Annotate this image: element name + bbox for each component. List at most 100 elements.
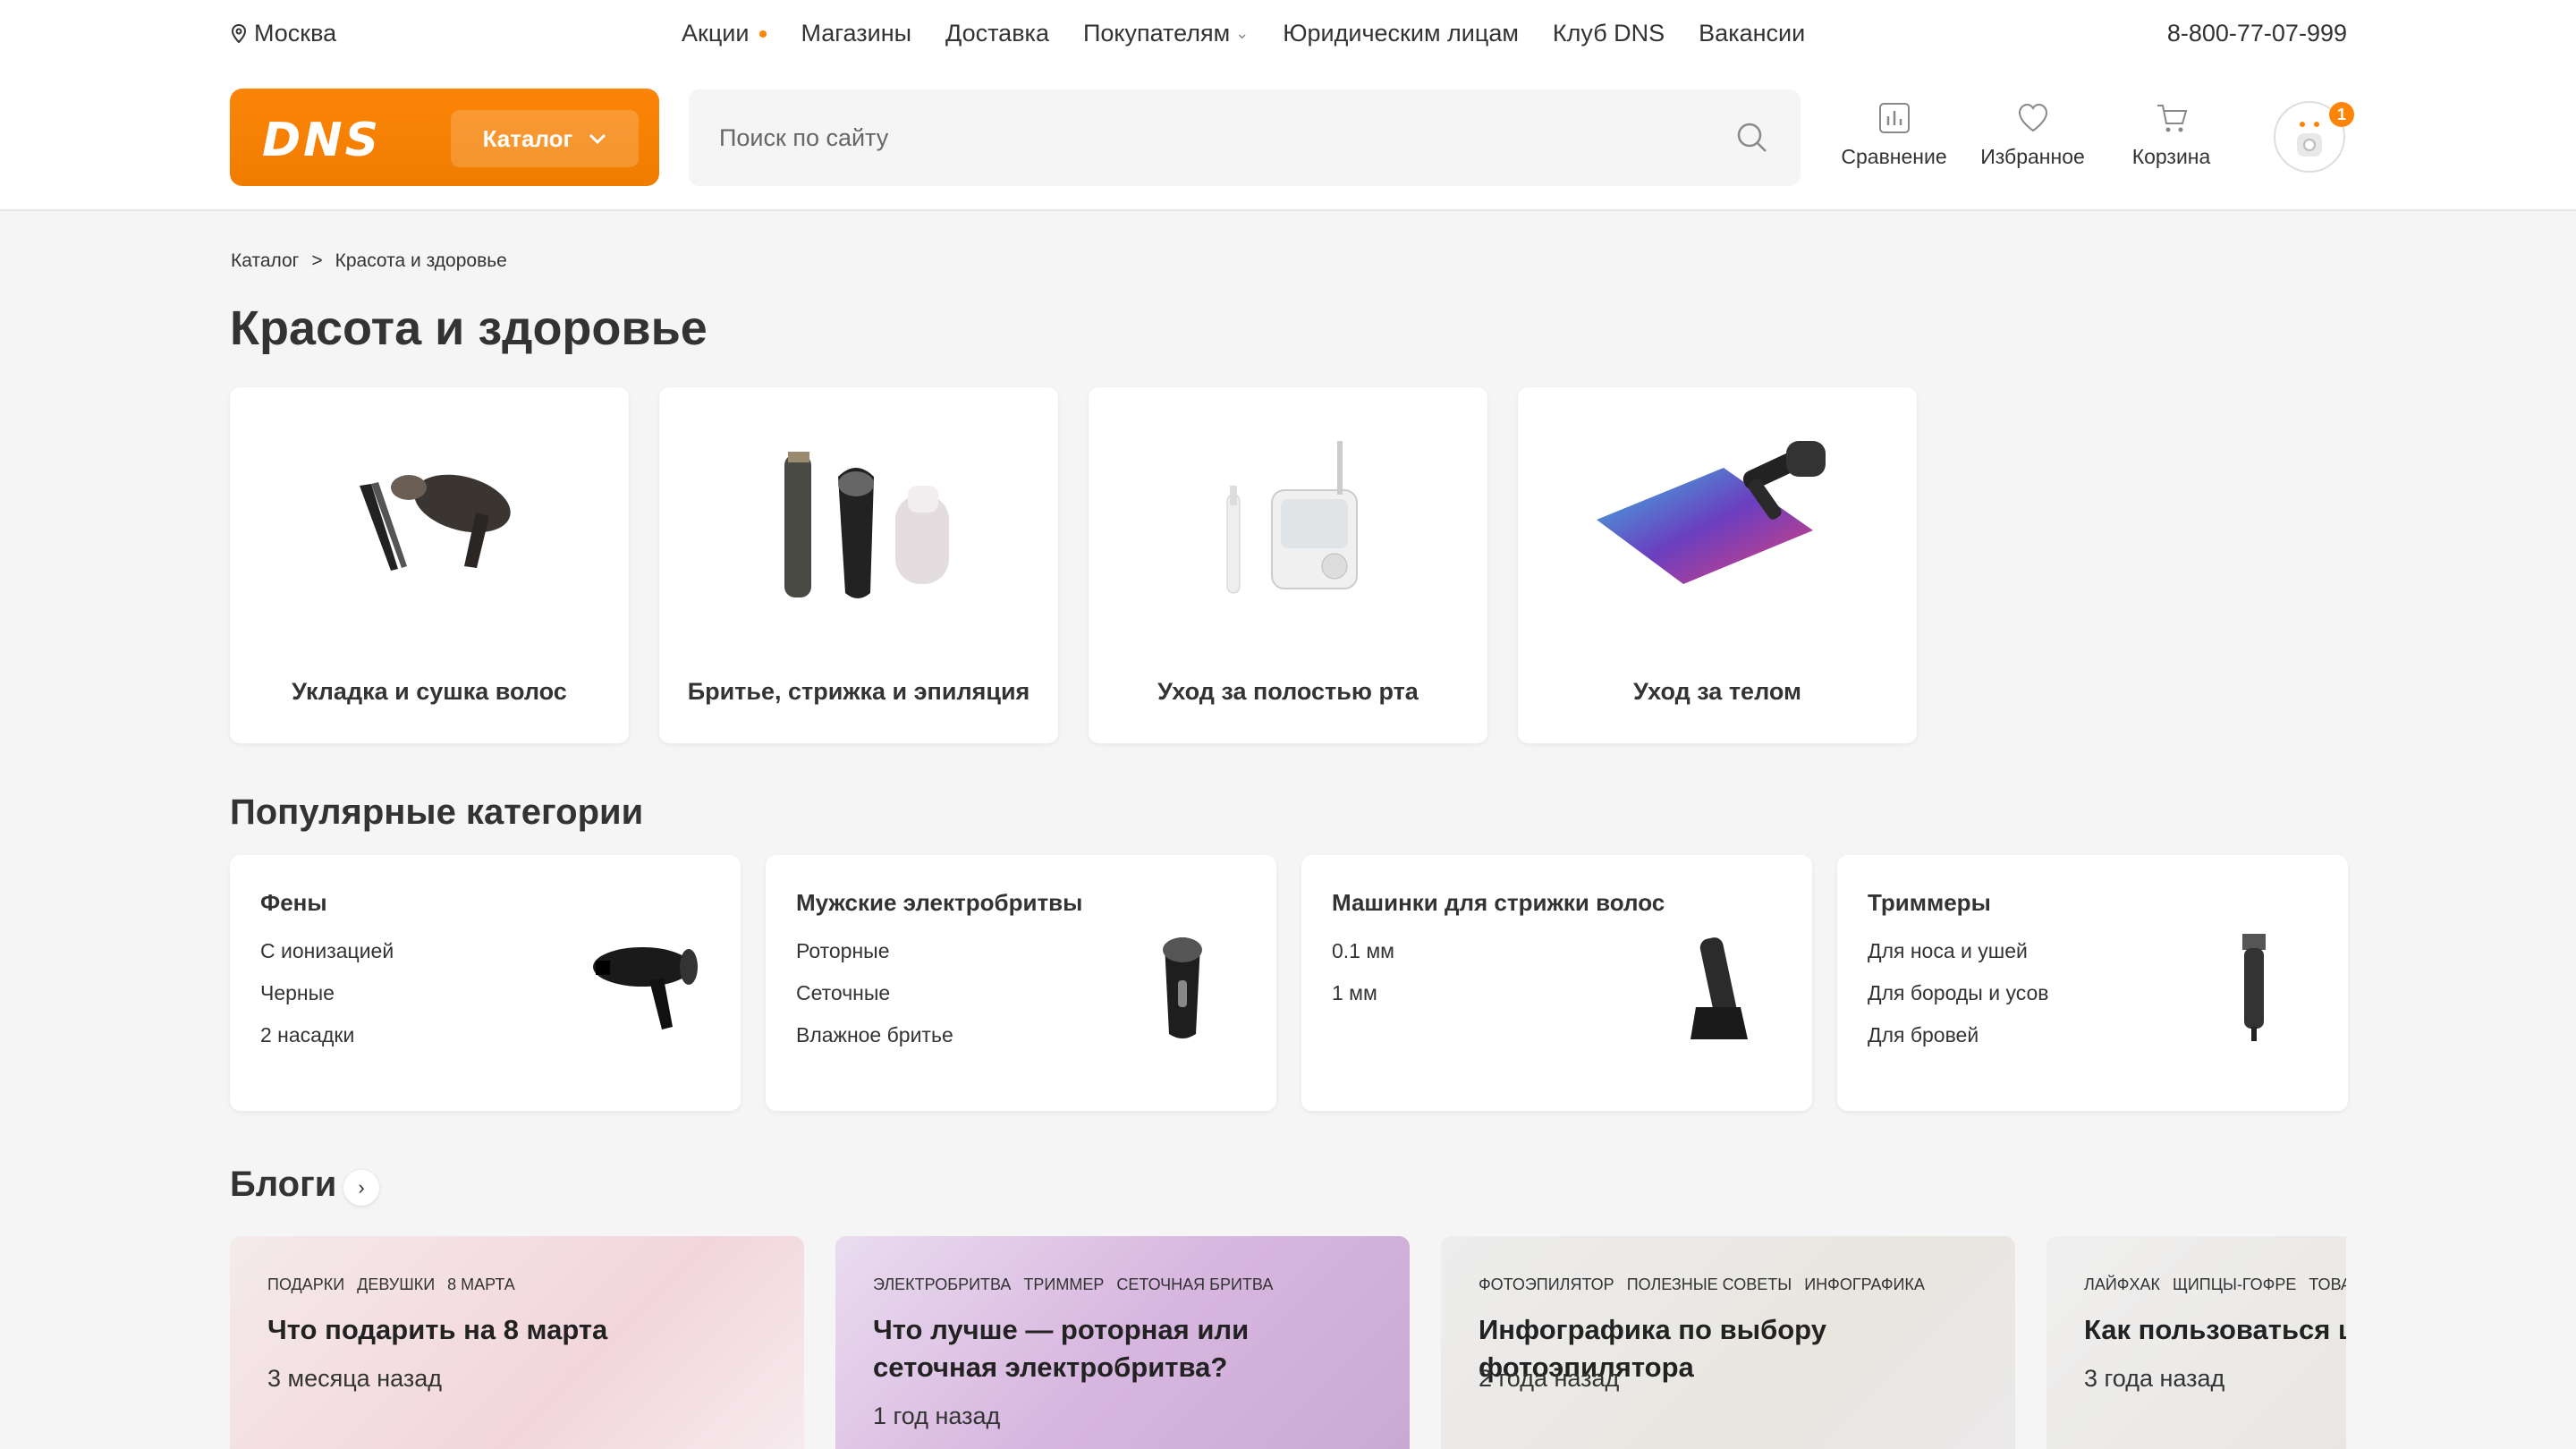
nav-link-label: Вакансии xyxy=(1699,20,1806,47)
popular-categories: Фены С ионизацией Черные 2 насадки Мужск… xyxy=(230,855,2348,1111)
blogs-title: Блоги xyxy=(230,1165,337,1204)
blog-tag[interactable]: ЛАЙФХАК xyxy=(2084,1275,2160,1294)
nav-link-stores[interactable]: Магазины xyxy=(801,20,911,47)
popular-link[interactable]: 0.1 мм xyxy=(1332,939,1394,963)
popular-link[interactable]: Сеточные xyxy=(796,981,953,1005)
hair-dryer-straightener-icon xyxy=(360,474,511,571)
category-label: Бритье, стрижка и эпиляция xyxy=(687,677,1030,705)
heart-icon xyxy=(2018,103,2047,132)
header-tools: Сравнение Избранное Корзина xyxy=(1841,100,2223,169)
nav-link-vacancies[interactable]: Вакансии xyxy=(1699,20,1805,47)
phone-number[interactable]: 8-800-77-07-999 xyxy=(2167,20,2347,47)
blog-card[interactable]: ПОДАРКИ ДЕВУШКИ 8 МАРТА Что подарить на … xyxy=(230,1236,804,1449)
blog-title: Как пользоваться щипцами-гофре xyxy=(2084,1314,2346,1345)
nav-link-legal-entities[interactable]: Юридическим лицам xyxy=(1283,20,1519,47)
blog-date: 2 года назад xyxy=(1479,1365,1620,1392)
compare-label: Сравнение xyxy=(1841,145,1947,168)
trimmer-icon xyxy=(2242,934,2266,1041)
subcategory-cards: Укладка и сушка волос Бритье, стрижка и … xyxy=(230,387,1917,743)
popular-card-hair-clippers[interactable]: Машинки для стрижки волос 0.1 мм 1 мм xyxy=(1301,855,1812,1111)
chevron-right-icon: › xyxy=(358,1176,365,1199)
blog-tag[interactable]: ТОВАР xyxy=(2309,1275,2346,1294)
breadcrumb-catalog[interactable]: Каталог xyxy=(231,250,299,272)
nav-link-customers[interactable]: Покупателям ⌄ xyxy=(1083,20,1249,47)
popular-link[interactable]: Влажное бритье xyxy=(796,1023,953,1047)
catalog-button-label: Каталог xyxy=(482,124,573,152)
category-card-oral-care[interactable]: Уход за полостью рта xyxy=(1089,387,1487,743)
blog-tag[interactable]: ФОТОЭПИЛЯТОР xyxy=(1479,1275,1614,1294)
blog-tag[interactable]: ПОЛЕЗНЫЕ СОВЕТЫ xyxy=(1627,1275,1792,1294)
popular-link[interactable]: Черные xyxy=(260,981,394,1005)
site-header: Москва Акции Магазины Доставка Покупател… xyxy=(0,0,2576,211)
blog-tags: ЭЛЕКТРОБРИТВА ТРИММЕР СЕТОЧНАЯ БРИТВА xyxy=(873,1275,1273,1294)
blog-tag[interactable]: ПОДАРКИ xyxy=(267,1275,344,1294)
popular-link[interactable]: 1 мм xyxy=(1332,981,1394,1005)
blog-tag[interactable]: ТРИММЕР xyxy=(1023,1275,1104,1294)
search-input[interactable] xyxy=(689,89,1717,186)
compare-chart-icon xyxy=(1878,103,1910,133)
category-label: Укладка и сушка волос xyxy=(292,677,567,705)
compare-button[interactable]: Сравнение xyxy=(1841,100,1947,169)
category-card-body-care[interactable]: Уход за телом xyxy=(1518,387,1917,743)
nav-link-label: Акции xyxy=(682,20,750,47)
popular-card-title[interactable]: Фены xyxy=(260,889,327,917)
nav-link-club[interactable]: Клуб DNS xyxy=(1553,20,1665,47)
nav-link-label: Юридическим лицам xyxy=(1283,20,1519,47)
blogs-next-button[interactable]: › xyxy=(343,1170,379,1206)
nav-link-label: Магазины xyxy=(801,20,912,47)
blog-tag[interactable]: ИНФОГРАФИКА xyxy=(1804,1275,1925,1294)
popular-link[interactable]: Роторные xyxy=(796,939,953,963)
blog-tag[interactable]: 8 МАРТА xyxy=(447,1275,515,1294)
category-label: Уход за полостью рта xyxy=(1157,677,1419,705)
category-card-shaving[interactable]: Бритье, стрижка и эпиляция xyxy=(659,387,1058,743)
blog-tags: ПОДАРКИ ДЕВУШКИ 8 МАРТА xyxy=(267,1275,515,1294)
top-navigation: Москва Акции Магазины Доставка Покупател… xyxy=(0,0,2576,75)
blog-tag[interactable]: ЩИПЦЫ-ГОФРЕ xyxy=(2173,1275,2296,1294)
hair-clipper-icon xyxy=(1690,937,1748,1039)
popular-card-title[interactable]: Машинки для стрижки волос xyxy=(1332,889,1665,917)
electric-shaver-icon xyxy=(1163,937,1202,1038)
blog-tags: ЛАЙФХАК ЩИПЦЫ-ГОФРЕ ТОВАР xyxy=(2084,1275,2346,1294)
favorites-button[interactable]: Избранное xyxy=(1980,100,2085,169)
breadcrumb-current[interactable]: Красота и здоровье xyxy=(335,250,507,272)
cart-label: Корзина xyxy=(2131,145,2211,168)
nav-link-label: Доставка xyxy=(945,20,1049,47)
popular-card-links: Для носа и ушей Для бороды и усов Для бр… xyxy=(1868,939,2048,1047)
chevron-down-icon xyxy=(589,133,606,144)
city-selector[interactable]: Москва xyxy=(231,20,336,47)
blog-tags: ФОТОЭПИЛЯТОР ПОЛЕЗНЫЕ СОВЕТЫ ИНФОГРАФИКА xyxy=(1479,1275,1925,1294)
nav-link-promotions[interactable]: Акции xyxy=(682,20,767,47)
popular-card-title[interactable]: Триммеры xyxy=(1868,889,1991,917)
catalog-button[interactable]: Каталог xyxy=(451,110,639,167)
blog-card[interactable]: ЭЛЕКТРОБРИТВА ТРИММЕР СЕТОЧНАЯ БРИТВА Чт… xyxy=(835,1236,1410,1449)
blog-tag[interactable]: ЭЛЕКТРОБРИТВА xyxy=(873,1275,1011,1294)
popular-link[interactable]: Для бровей xyxy=(1868,1023,2048,1047)
popular-card-links: С ионизацией Черные 2 насадки xyxy=(260,939,394,1047)
popular-link[interactable]: Для бороды и усов xyxy=(1868,981,2048,1005)
breadcrumb-separator: > xyxy=(311,250,323,271)
shaver-trimmer-icon xyxy=(784,452,949,598)
nav-links: Акции Магазины Доставка Покупателям ⌄ Юри… xyxy=(682,20,1805,47)
category-card-hair-styling[interactable]: Укладка и сушка волос xyxy=(230,387,629,743)
nav-link-label: Покупателям xyxy=(1082,20,1231,47)
popular-card-trimmers[interactable]: Триммеры Для носа и ушей Для бороды и ус… xyxy=(1837,855,2348,1111)
popular-link[interactable]: 2 насадки xyxy=(260,1023,394,1047)
dns-logo[interactable]: DNS xyxy=(262,114,381,167)
popular-card-links: 0.1 мм 1 мм xyxy=(1332,939,1394,1005)
cart-button[interactable]: Корзина xyxy=(2120,100,2223,169)
popular-card-title[interactable]: Мужские электробритвы xyxy=(796,889,1082,917)
popular-link[interactable]: С ионизацией xyxy=(260,939,394,963)
blog-card[interactable]: ФОТОЭПИЛЯТОР ПОЛЕЗНЫЕ СОВЕТЫ ИНФОГРАФИКА… xyxy=(1441,1236,2015,1449)
category-label: Уход за телом xyxy=(1633,677,1801,705)
popular-card-hair-dryers[interactable]: Фены С ионизацией Черные 2 насадки xyxy=(230,855,741,1111)
blog-date: 3 месяца назад xyxy=(267,1365,442,1392)
popular-card-shavers[interactable]: Мужские электробритвы Роторные Сеточные … xyxy=(766,855,1276,1111)
blog-card[interactable]: ЛАЙФХАК ЩИПЦЫ-ГОФРЕ ТОВАР Как пользовать… xyxy=(2046,1236,2346,1449)
blog-tag[interactable]: ДЕВУШКИ xyxy=(357,1275,435,1294)
search-icon[interactable] xyxy=(1734,120,1770,156)
blog-tag[interactable]: СЕТОЧНАЯ БРИТВА xyxy=(1116,1275,1273,1294)
chevron-down-icon: ⌄ xyxy=(1235,24,1250,42)
notification-badge: 1 xyxy=(2329,102,2354,127)
popular-link[interactable]: Для носа и ушей xyxy=(1868,939,2048,963)
nav-link-delivery[interactable]: Доставка xyxy=(945,20,1049,47)
